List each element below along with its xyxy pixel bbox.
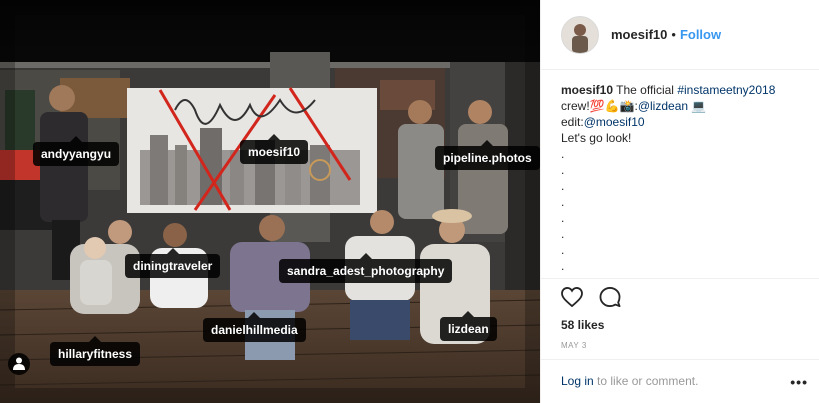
caption-dot: . — [561, 227, 565, 241]
post-header: moesif10 • Follow — [541, 0, 819, 70]
hashtag-link[interactable]: #instameetny2018 — [677, 83, 775, 97]
caption-text: 💻 — [691, 99, 707, 113]
caption-line: moesif10 The official #instameetny2018 — [561, 82, 801, 98]
caption-dot: . — [561, 147, 565, 161]
user-tag[interactable]: diningtraveler — [125, 248, 221, 278]
caption-username[interactable]: moesif10 — [561, 83, 613, 97]
heart-icon[interactable] — [561, 286, 583, 312]
mention-link[interactable]: @lizdean — [638, 99, 688, 113]
caption-text: The official — [616, 83, 674, 97]
user-tag[interactable]: hillaryfitness — [50, 336, 141, 366]
separator-dot: • — [671, 27, 676, 42]
caption-dot: . — [561, 259, 565, 273]
post-caption: moesif10 The official #instameetny2018 c… — [561, 82, 801, 274]
login-link[interactable]: Log in — [561, 374, 594, 388]
caption-line: crew!💯💪📸:@lizdean 💻 — [561, 98, 801, 114]
caption-line: Let's go look! — [561, 131, 632, 145]
caption-dot: . — [561, 195, 565, 209]
post-date[interactable]: MAY 3 — [541, 332, 819, 350]
avatar[interactable] — [561, 15, 599, 54]
login-prompt-text: to like or comment. — [593, 374, 699, 388]
caption-dot: . — [561, 211, 565, 225]
follow-button[interactable]: Follow — [680, 27, 721, 42]
action-icons — [541, 279, 819, 312]
caption-dot: . — [561, 243, 565, 257]
mention-link[interactable]: @moesif10 — [584, 115, 645, 129]
caption-line: edit:@moesif10 — [561, 114, 801, 130]
user-tag[interactable]: moesif10 — [240, 134, 309, 164]
user-tag[interactable]: danielhillmedia — [203, 312, 306, 342]
profile-picture — [562, 16, 598, 53]
caption-dot: . — [561, 163, 565, 177]
post-photo[interactable]: andyyangyu moesif10 pipeline.photos dini… — [0, 0, 540, 403]
user-tag[interactable]: andyyangyu — [33, 136, 120, 166]
caption-text: edit: — [561, 115, 584, 129]
likes-count[interactable]: 58 likes — [541, 312, 819, 332]
tagged-users-toggle[interactable] — [8, 353, 30, 375]
caption-dot: . — [561, 179, 565, 193]
user-tag[interactable]: sandra_adest_photography — [279, 253, 453, 283]
login-footer: Log in to like or comment. ••• — [541, 359, 819, 403]
user-tag[interactable]: pipeline.photos — [435, 140, 540, 170]
post-actions: 58 likes MAY 3 — [541, 278, 819, 350]
instagram-post: andyyangyu moesif10 pipeline.photos dini… — [0, 0, 819, 403]
header-username[interactable]: moesif10 — [611, 27, 667, 42]
user-tag[interactable]: lizdean — [440, 311, 497, 341]
comment-icon[interactable] — [599, 287, 621, 312]
person-icon — [13, 357, 25, 370]
caption-text: crew!💯💪📸: — [561, 99, 638, 113]
post-side-panel: moesif10 • Follow moesif10 The official … — [540, 0, 819, 403]
more-options-button[interactable]: ••• — [790, 374, 808, 390]
